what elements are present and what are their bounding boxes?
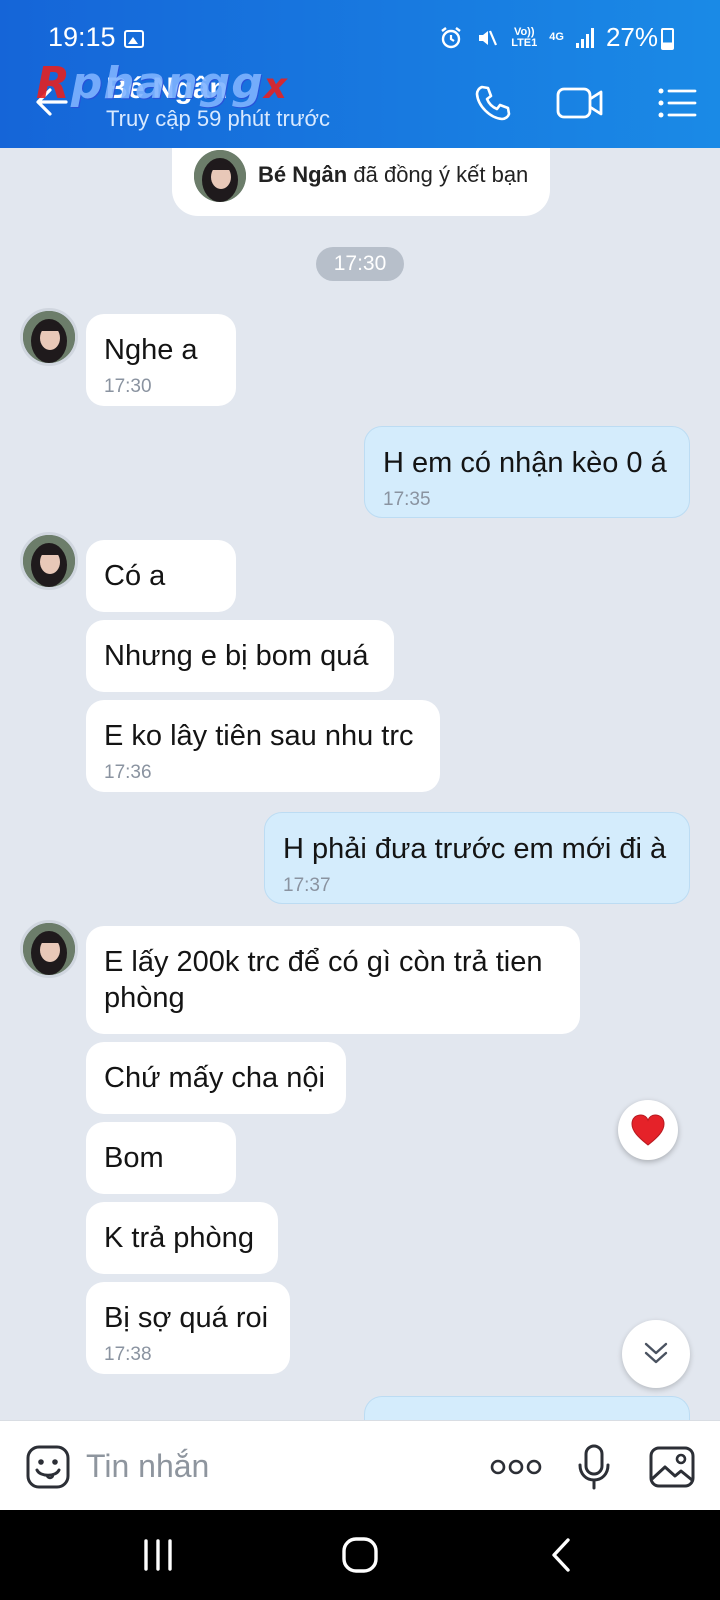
signal-icon [575,27,594,48]
friend-notice-name: Bé Ngân [258,162,348,187]
heart-icon [631,1114,665,1146]
video-call-button[interactable] [550,78,610,128]
status-time: 19:15 [48,22,116,52]
message-text: K trả phòng [104,1222,254,1254]
sticker-button[interactable] [20,1439,76,1495]
battery-percent: 27% [605,22,658,52]
alarm-icon [441,26,461,48]
message-text: Bom [104,1142,164,1174]
system-navigation-bar [0,1510,720,1600]
message-text: Có a [104,560,166,592]
network-4g-icon: 4G [549,31,564,43]
back-nav-button[interactable] [532,1532,592,1578]
status-icons: Vo)) LTE1 4G 27% [439,22,666,53]
more-icon [490,1459,542,1475]
message-bubble-outgoing[interactable]: H em có nhận kèo 0 á 17:35 [364,426,690,518]
avatar[interactable] [194,150,246,202]
recent-apps-button[interactable] [128,1532,188,1578]
avatar[interactable] [20,532,78,590]
status-bar: 19:15 Vo)) LTE1 4G 27% [0,0,720,58]
friend-notice-message: đã đồng ý kết bạn [353,162,529,187]
message-time: 17:30 [104,376,152,397]
message-text: Chứ mấy cha nội [104,1062,325,1094]
message-bubble-incoming[interactable]: E ko lây tiên sau nhu trc 17:36 [86,700,440,792]
sticker-icon [26,1445,70,1489]
home-button[interactable] [330,1532,390,1578]
time-divider: 17:30 [316,247,404,281]
home-icon [342,1537,378,1573]
chat-header: Bé Ngân Rphanggx Truy cập 59 phút trước [0,58,720,148]
message-time: 17:37 [283,875,331,896]
message-bubble-incoming[interactable]: E lấy 200k trc để có gì còn trả tien phò… [86,926,580,1034]
message-bubble-incoming[interactable]: K trả phòng [86,1202,278,1274]
message-bubble-incoming[interactable]: Bom [86,1122,236,1194]
message-bubble-incoming[interactable]: Có a [86,540,236,612]
message-time: 17:36 [104,762,152,783]
scroll-to-bottom-button[interactable] [622,1320,690,1388]
avatar[interactable] [20,308,78,366]
send-image-button[interactable] [644,1439,700,1495]
mute-icon [479,30,498,45]
menu-list-icon [658,88,697,118]
message-input[interactable] [86,1441,466,1491]
battery-icon [661,28,674,50]
image-icon [649,1446,695,1488]
options-menu-button[interactable] [652,78,702,128]
friend-accepted-notice: Bé Ngân đã đồng ý kết bạn [172,148,550,216]
message-text: E ko lây tiên sau nhu trc [104,720,414,752]
voice-message-button[interactable] [566,1439,622,1495]
microphone-icon [578,1444,610,1490]
volte-icon: Vo)) LTE1 [511,25,538,49]
message-bubble-incoming[interactable]: Chứ mấy cha nội [86,1042,346,1114]
more-options-button[interactable] [486,1439,546,1495]
message-input-bar [0,1420,720,1510]
react-heart-button[interactable] [618,1100,678,1160]
friend-notice-text: Bé Ngân đã đồng ý kết bạn [258,162,528,188]
message-text: Bị sợ quá roi [104,1302,269,1334]
message-bubble-outgoing-partial[interactable] [364,1396,690,1420]
message-time: 17:38 [104,1344,152,1365]
recent-apps-icon [144,1539,172,1571]
chevron-double-down-icon [644,1342,668,1364]
message-text: Nhưng e bị bom quá [104,640,369,672]
message-time: 17:35 [383,489,431,510]
message-text: E lấy 200k trc để có gì còn trả tien phò… [104,946,543,1014]
message-text: Nghe a [104,334,198,366]
gallery-notification-icon [124,30,144,48]
message-bubble-incoming[interactable]: Nhưng e bị bom quá [86,620,394,692]
video-call-icon [556,87,603,119]
message-text: H em có nhận kèo 0 á [383,447,667,479]
message-bubble-incoming[interactable]: Bị sợ quá roi 17:38 [86,1282,290,1374]
message-text: H phải đưa trước em mới đi à [283,833,667,865]
back-chevron-icon [552,1538,570,1572]
watermark-logo: Rphanggx [36,58,288,109]
voice-call-button[interactable] [468,78,518,128]
phone-icon [475,85,511,121]
message-bubble-incoming[interactable]: Nghe a 17:30 [86,314,236,406]
last-seen-status: Truy cập 59 phút trước [106,106,330,131]
avatar[interactable] [20,920,78,978]
message-bubble-outgoing[interactable]: H phải đưa trước em mới đi à 17:37 [264,812,690,904]
